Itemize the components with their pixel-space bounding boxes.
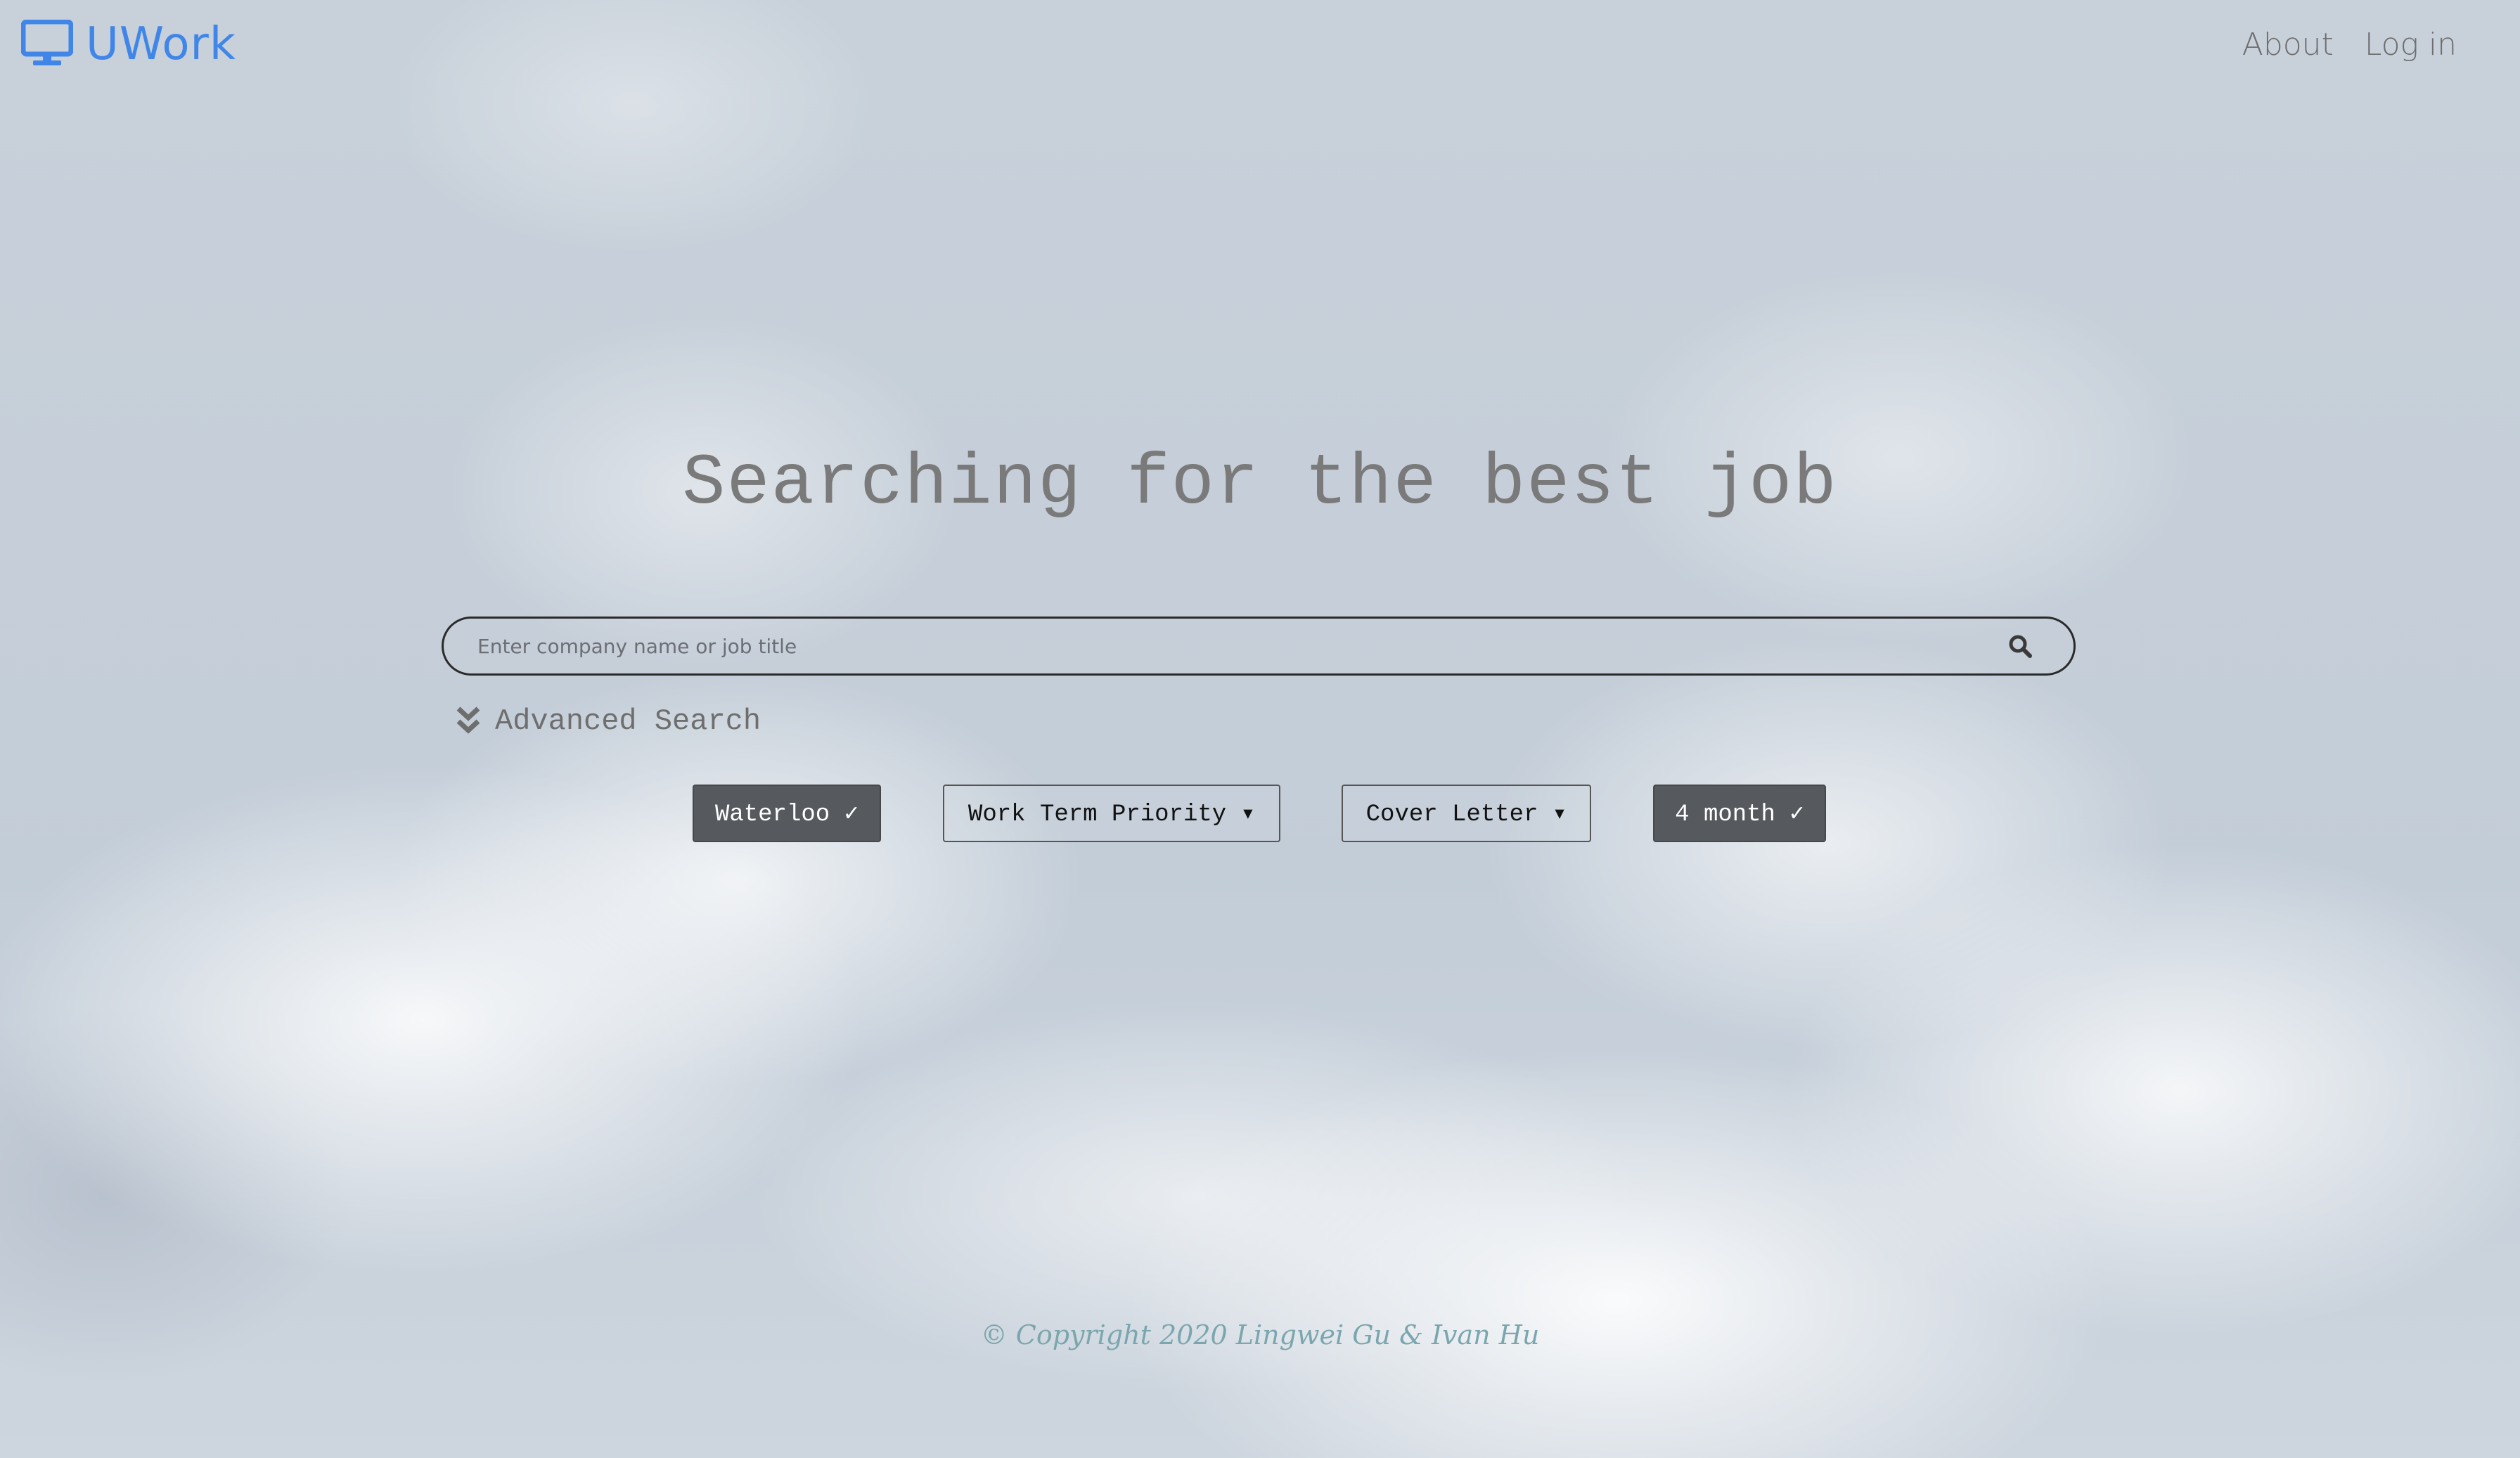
footer-copyright: © Copyright 2020 Lingwei Gu & Ivan Hu bbox=[980, 1320, 1540, 1350]
filter-location-button[interactable]: Waterloo ✓ bbox=[693, 785, 881, 842]
nav-login-link[interactable]: Log in bbox=[2365, 27, 2457, 63]
page-title: Searching for the best job bbox=[682, 443, 1838, 524]
brand-name: UWork bbox=[86, 18, 236, 70]
filter-buttons: Waterloo ✓ Work Term Priority ▾ Cover Le… bbox=[0, 785, 2520, 844]
search-bar bbox=[442, 617, 2076, 676]
advanced-search-toggle[interactable]: Advanced Search bbox=[454, 704, 761, 738]
nav-about-link[interactable]: About bbox=[2242, 27, 2334, 63]
monitor-icon bbox=[21, 20, 73, 65]
advanced-search-label: Advanced Search bbox=[495, 704, 761, 738]
top-nav: About Log in bbox=[2242, 27, 2457, 63]
brand-logo-link[interactable]: UWork bbox=[21, 18, 236, 70]
filter-work-term-priority-dropdown[interactable]: Work Term Priority ▾ bbox=[943, 785, 1280, 842]
search-input[interactable] bbox=[476, 633, 2006, 659]
filter-duration-button[interactable]: 4 month ✓ bbox=[1653, 785, 1826, 842]
double-chevron-down-icon bbox=[456, 707, 480, 734]
filter-cover-letter-dropdown[interactable]: Cover Letter ▾ bbox=[1342, 785, 1591, 842]
search-icon[interactable] bbox=[2006, 632, 2034, 660]
